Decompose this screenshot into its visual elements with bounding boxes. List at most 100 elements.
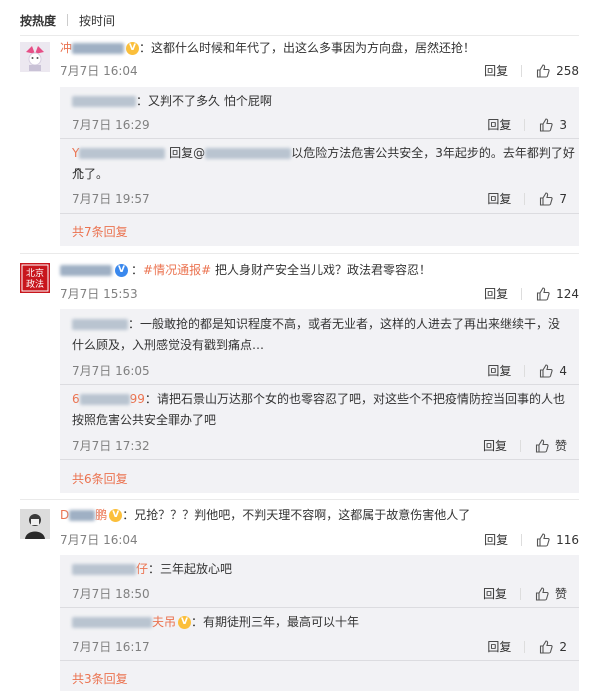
user-name-blurred[interactable] (60, 265, 112, 276)
reply-actions: 回复 赞 (483, 585, 567, 602)
sort-divider (67, 14, 69, 26)
user-name[interactable]: 冲 (60, 41, 125, 55)
user-name[interactable]: D鹏 (60, 508, 107, 522)
reply-time: 7月7日 16:17 (72, 640, 150, 654)
action-divider (521, 64, 523, 77)
reply-list: ：又判不了多久 怕个屁啊 7月7日 16:29 回复 3 Y 回复@ 以危险方法危… (60, 87, 579, 246)
comment-text: 把人身财产安全当儿戏？政法君零容忍！ (214, 263, 431, 277)
reply-actions: 回复 3 (487, 116, 567, 133)
avatar[interactable] (20, 509, 50, 539)
like-button[interactable]: 258 (536, 64, 579, 78)
action-divider (524, 192, 526, 205)
like-count: 258 (556, 63, 579, 78)
reply-user-name[interactable]: 夫吊 (72, 615, 176, 629)
reply-text: 三年起放心吧 (160, 562, 233, 576)
like-count: 7 (559, 191, 567, 206)
like-button[interactable]: 2 (539, 640, 567, 654)
more-replies-link[interactable]: 共3条回复 (72, 670, 128, 687)
thumbs-up-icon (537, 532, 550, 547)
reply-divider (60, 459, 579, 460)
like-button[interactable]: 3 (539, 118, 567, 132)
reply-user-name[interactable]: 6 99 (72, 392, 145, 406)
reply-time: 7月7日 17:32 (72, 439, 150, 453)
comment-text: 这都什么时候和年代了，出这么多事因为方向盘，居然还抢！ (151, 41, 476, 55)
reply-button[interactable]: 回复 (487, 116, 511, 133)
avatar-image-icon (20, 509, 50, 539)
reply-body-cont: 按照危害公共安全罪办了吧 (72, 413, 217, 427)
svg-text:北京: 北京 (26, 267, 44, 279)
reply-button[interactable]: 回复 (487, 638, 511, 655)
reply-button[interactable]: 回复 (484, 62, 508, 79)
sort-bar: 按热度 按时间 (20, 10, 115, 30)
reply-user-name-blurred (79, 148, 166, 159)
action-divider (519, 587, 521, 600)
thumbs-up-icon (537, 63, 550, 78)
thumbs-up-icon (535, 438, 549, 453)
comment-actions: 回复 258 (484, 62, 579, 79)
like-button[interactable]: 7 (539, 192, 567, 206)
reply-body: Y 回复@ 以危险方法危害公共安全，3年起步的。去年都判了好几 (72, 143, 579, 185)
reply-button[interactable]: 回复 (484, 531, 508, 548)
like-button[interactable]: 116 (536, 533, 579, 547)
reply-text-line1: 请把石景山万达那个女的也零容忍了吧，对这些个不把疫情防控当回事的人也 (156, 392, 565, 406)
like-count: 赞 (554, 439, 567, 453)
like-count: 4 (559, 363, 567, 378)
reply-button[interactable]: 回复 (483, 585, 507, 602)
user-name-text: 冲 (60, 41, 73, 55)
member-badge-icon: V (178, 616, 192, 629)
like-button[interactable]: 4 (539, 364, 567, 378)
user-name-suffix: 鹏 (95, 508, 108, 522)
more-replies-link[interactable]: 共7条回复 (72, 223, 128, 240)
colon: ： (131, 263, 144, 277)
reply-user-name-suffix: 99 (129, 392, 145, 406)
reply-user-name-blurred[interactable] (72, 96, 136, 107)
reply-actions: 回复 4 (487, 362, 567, 379)
reply-list: ：一般敢抢的都是知识程度不高，或者无业者，这样的人进去了再出来继续干，没 什么顾… (60, 309, 579, 493)
reply-to-label: 回复@ (169, 146, 206, 160)
thumbs-up-icon (537, 286, 550, 301)
reply-user-name[interactable]: Y (72, 146, 166, 160)
reply-button[interactable]: 回复 (484, 285, 508, 302)
avatar-image-icon (20, 42, 50, 72)
reply-list: 仔：三年起放心吧 7月7日 18:50 回复 赞 夫吊 V ：有期徒刑三年，最高可以… (60, 555, 579, 691)
comment-text: 兄抢？？？判他吧，不判天理不容啊，这都属于故意伤害他人了 (134, 508, 471, 522)
sort-by-hot[interactable]: 按热度 (20, 12, 56, 29)
reply-time: 7月7日 18:50 (72, 587, 150, 601)
more-replies-link[interactable]: 共6条回复 (72, 470, 128, 487)
reply-user-name-blurred (79, 394, 130, 405)
reply-divider (60, 384, 579, 385)
reply-button[interactable]: 回复 (483, 437, 507, 454)
reply-button[interactable]: 回复 (487, 362, 511, 379)
like-button[interactable]: 124 (536, 287, 579, 301)
like-count: 2 (559, 639, 567, 654)
thumbs-up-icon (540, 639, 553, 654)
member-badge-icon: V (109, 509, 123, 522)
avatar[interactable] (20, 42, 50, 72)
reply-body: 仔：三年起放心吧 (72, 559, 232, 580)
reply-body: 6 99：请把石景山万达那个女的也零容忍了吧，对这些个不把疫情防控当回事的人也 (72, 389, 565, 410)
mention-blurred[interactable] (205, 148, 292, 159)
colon: ： (144, 392, 157, 406)
reply-user-name[interactable]: 仔 (72, 562, 148, 576)
reply-divider (60, 213, 579, 214)
reply-user-name-blurred (72, 564, 136, 575)
topic-link[interactable]: #情况通报# (143, 263, 211, 277)
colon: ： (136, 94, 149, 108)
reply-button[interactable]: 回复 (487, 190, 511, 207)
action-divider (524, 640, 526, 653)
reply-text: 有期徒刑三年，最高可以十年 (203, 615, 360, 629)
divider (20, 35, 579, 36)
member-badge-icon: V (126, 42, 140, 55)
colon: ： (191, 615, 204, 629)
reply-user-name-suffix: 仔 (136, 562, 149, 576)
reply-divider (60, 660, 579, 661)
reply-body: ：一般敢抢的都是知识程度不高，或者无业者，这样的人进去了再出来继续干，没 (72, 314, 560, 335)
like-button[interactable]: 赞 (535, 437, 567, 454)
reply-text: 又判不了多久 怕个屁啊 (148, 94, 272, 108)
like-button[interactable]: 赞 (535, 585, 567, 602)
avatar[interactable]: 北京 政法 (20, 263, 50, 293)
reply-user-name-blurred[interactable] (72, 319, 128, 330)
reply-time: 7月7日 19:57 (72, 192, 150, 206)
sort-by-time[interactable]: 按时间 (79, 12, 115, 29)
like-count: 116 (556, 532, 579, 547)
